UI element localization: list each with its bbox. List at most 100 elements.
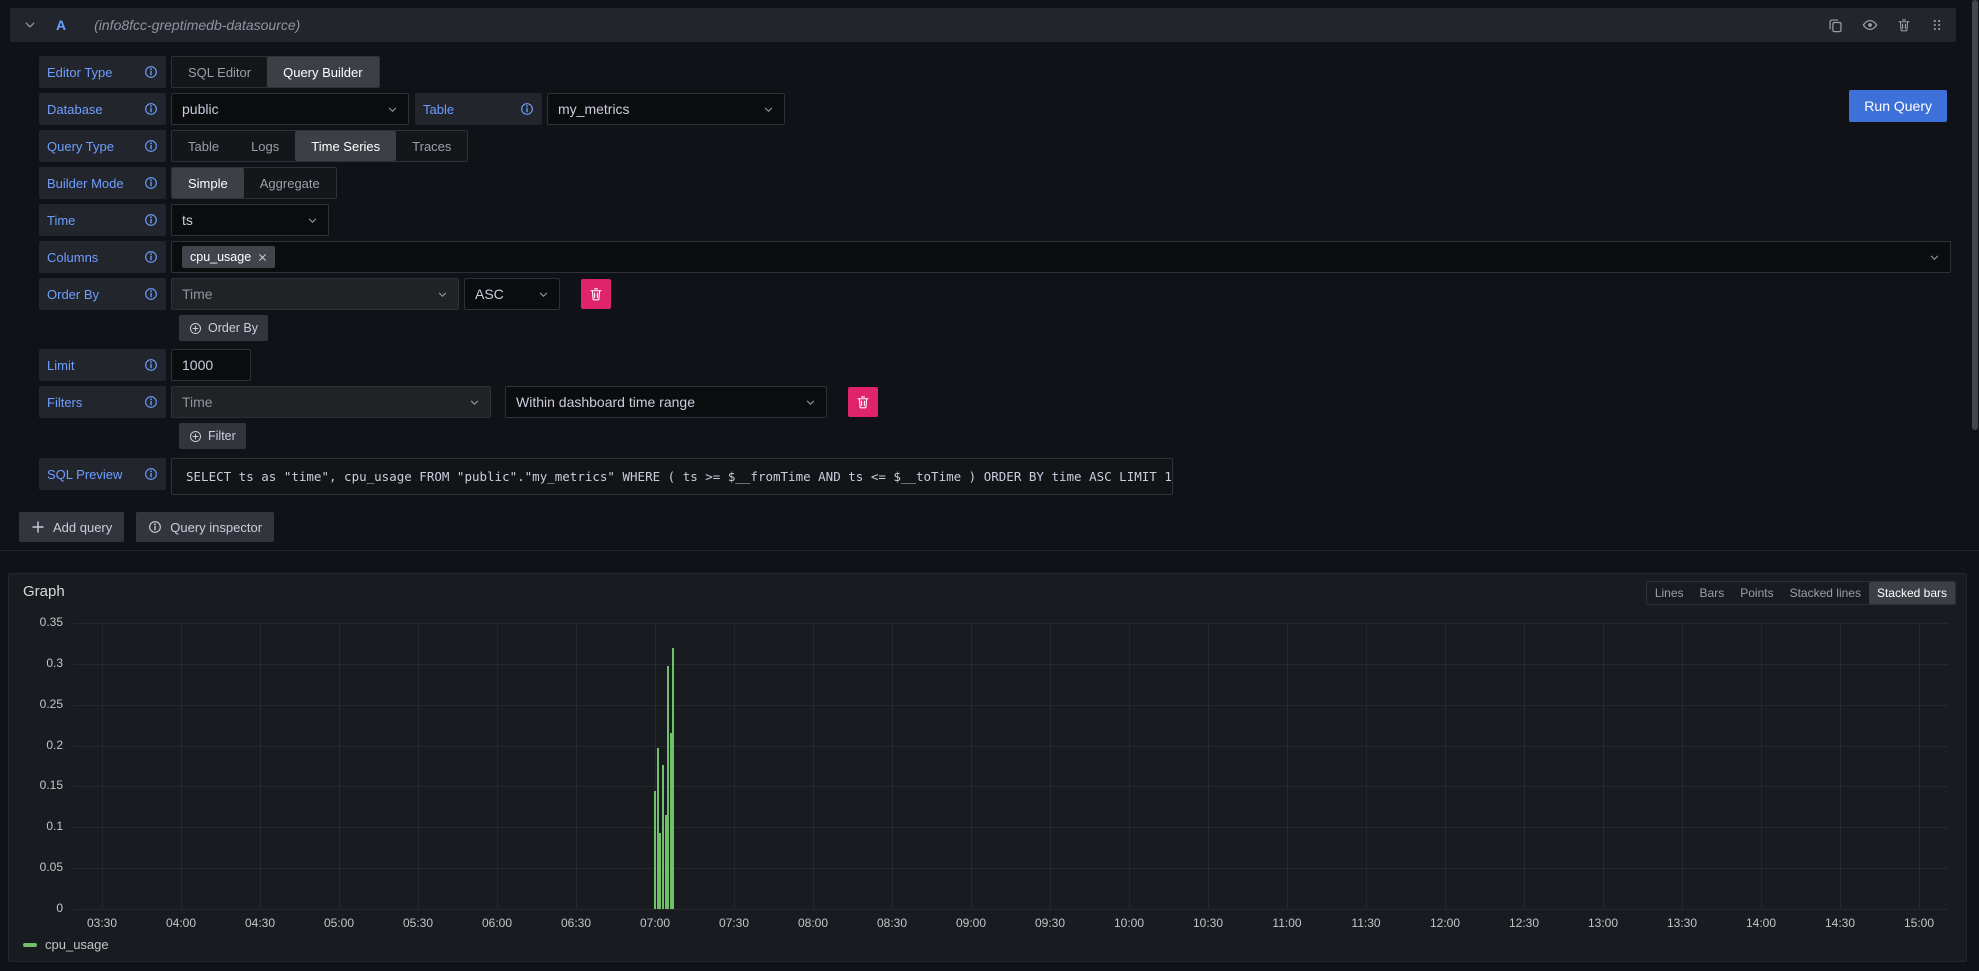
x-tick-label: 04:00 — [149, 916, 213, 930]
builder-mode-switch: SimpleAggregate — [171, 167, 337, 199]
option-query-builder[interactable]: Query Builder — [267, 57, 378, 87]
x-tick-label: 09:00 — [939, 916, 1003, 930]
chart-plot-area[interactable]: 00.050.10.150.20.250.30.3503:3004:0004:3… — [73, 623, 1948, 909]
time-column-value: ts — [182, 212, 193, 228]
filter-field-select[interactable]: Time — [171, 386, 491, 418]
filter-condition-select[interactable]: Within dashboard time range — [505, 386, 827, 418]
legend-item-cpu-usage[interactable]: cpu_usage — [23, 937, 109, 952]
order-by-direction-value: ASC — [475, 286, 504, 302]
plus-circle-icon — [189, 322, 202, 335]
info-icon[interactable] — [144, 250, 158, 264]
table-label: Table — [415, 93, 542, 125]
info-icon[interactable] — [144, 65, 158, 79]
scrollbar-thumb[interactable] — [1972, 0, 1978, 430]
option-aggregate[interactable]: Aggregate — [244, 168, 336, 198]
gridline — [73, 705, 1948, 706]
option-simple[interactable]: Simple — [172, 168, 244, 198]
run-query-button[interactable]: Run Query — [1849, 90, 1947, 122]
column-tag-cpu-usage[interactable]: cpu_usage — [182, 246, 275, 268]
remove-order-by-button[interactable] — [581, 279, 611, 309]
gridline — [73, 786, 1948, 787]
info-icon[interactable] — [144, 358, 158, 372]
y-tick-label: 0.3 — [11, 656, 63, 670]
query-editor-row: A (info8fcc-greptimedb-datasource) Run Q… — [10, 8, 1956, 526]
database-label: Database — [39, 93, 166, 125]
filter-field-value: Time — [182, 394, 213, 410]
option-bars[interactable]: Bars — [1692, 582, 1733, 604]
info-icon[interactable] — [144, 213, 158, 227]
hide-query-eye-icon[interactable] — [1862, 17, 1878, 33]
gridline — [1603, 623, 1604, 909]
info-icon[interactable] — [144, 287, 158, 301]
order-by-direction-select[interactable]: ASC — [464, 278, 560, 310]
duplicate-query-icon[interactable] — [1828, 17, 1843, 33]
option-stacked-bars[interactable]: Stacked bars — [1869, 582, 1955, 604]
editor-type-label-text: Editor Type — [47, 65, 113, 80]
x-tick-label: 15:00 — [1887, 916, 1951, 930]
sql-preview-label-text: SQL Preview — [47, 467, 122, 482]
chevron-down-icon — [763, 104, 774, 115]
gridline — [102, 623, 103, 909]
info-icon[interactable] — [520, 102, 534, 116]
option-time-series[interactable]: Time Series — [295, 131, 396, 161]
query-inspector-button[interactable]: Query inspector — [136, 512, 274, 542]
option-points[interactable]: Points — [1732, 582, 1781, 604]
time-label-text: Time — [47, 213, 75, 228]
query-ref-id: A — [56, 17, 66, 33]
x-tick-label: 13:00 — [1571, 916, 1635, 930]
x-tick-label: 06:00 — [465, 916, 529, 930]
gridline — [73, 746, 1948, 747]
add-filter-label: Filter — [208, 429, 236, 443]
chart-bar[interactable] — [672, 648, 674, 909]
time-column-select[interactable]: ts — [171, 204, 329, 236]
add-filter-button[interactable]: Filter — [179, 423, 246, 449]
columns-label: Columns — [39, 241, 166, 273]
builder-mode-label: Builder Mode — [39, 167, 166, 199]
columns-multiselect[interactable]: cpu_usage — [171, 241, 1951, 273]
table-select[interactable]: my_metrics — [547, 93, 785, 125]
add-order-by-row: Order By — [39, 315, 1956, 341]
filters-label-text: Filters — [47, 395, 82, 410]
query-row-actions — [1828, 17, 1944, 33]
chevron-down-icon — [805, 397, 816, 408]
add-query-button[interactable]: Add query — [19, 512, 124, 542]
remove-filter-button[interactable] — [848, 387, 878, 417]
database-select[interactable]: public — [171, 93, 409, 125]
x-tick-label: 14:00 — [1729, 916, 1793, 930]
gridline — [576, 623, 577, 909]
chevron-down-icon — [437, 289, 448, 300]
editor-type-switch: SQL EditorQuery Builder — [171, 56, 380, 88]
chevron-down-icon — [387, 104, 398, 115]
option-logs[interactable]: Logs — [235, 131, 295, 161]
add-order-by-button[interactable]: Order By — [179, 315, 268, 341]
info-icon[interactable] — [144, 395, 158, 409]
sql-preview-code: SELECT ts as "time", cpu_usage FROM "pub… — [171, 458, 1173, 495]
info-icon[interactable] — [144, 102, 158, 116]
x-tick-label: 11:30 — [1334, 916, 1398, 930]
option-sql-editor[interactable]: SQL Editor — [172, 57, 267, 87]
query-type-label-text: Query Type — [47, 139, 114, 154]
info-icon[interactable] — [144, 467, 158, 481]
y-tick-label: 0.05 — [11, 860, 63, 874]
remove-column-icon[interactable] — [258, 253, 267, 262]
info-icon[interactable] — [144, 176, 158, 190]
option-lines[interactable]: Lines — [1647, 582, 1692, 604]
option-stacked-lines[interactable]: Stacked lines — [1782, 582, 1869, 604]
gridline — [1366, 623, 1367, 909]
option-table[interactable]: Table — [172, 131, 235, 161]
order-by-label-text: Order By — [47, 287, 99, 302]
limit-input[interactable] — [182, 357, 240, 373]
trash-icon — [856, 395, 870, 409]
option-traces[interactable]: Traces — [396, 131, 467, 161]
delete-query-trash-icon[interactable] — [1897, 17, 1911, 33]
view-mode-tabs: LinesBarsPointsStacked linesStacked bars — [1646, 581, 1956, 605]
section-divider — [0, 550, 1979, 551]
editor-type-label: Editor Type — [39, 56, 166, 88]
gridline — [1682, 623, 1683, 909]
drag-handle-icon[interactable] — [1930, 17, 1944, 33]
info-icon[interactable] — [144, 139, 158, 153]
collapse-query-icon[interactable] — [24, 19, 36, 31]
builder-mode-row: Builder Mode SimpleAggregate — [39, 167, 1956, 199]
order-by-field-select[interactable]: Time — [171, 278, 459, 310]
trash-icon — [589, 287, 603, 301]
